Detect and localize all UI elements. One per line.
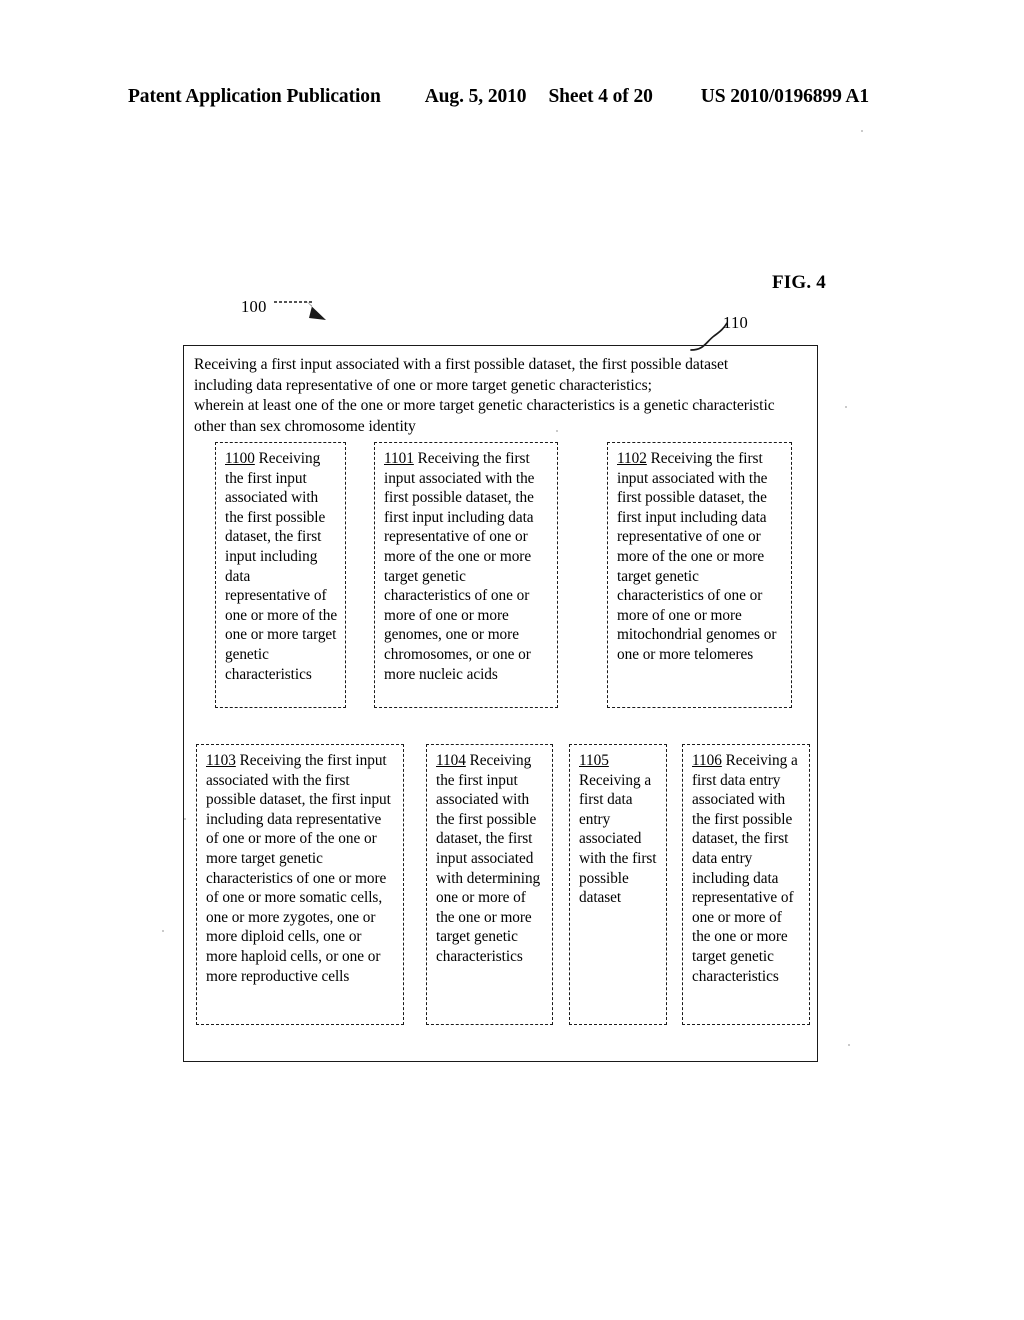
sub-block-1100: 1100 Receiving the first input associate…: [215, 442, 346, 708]
statement-line-4: other than sex chromosome identity: [194, 417, 416, 435]
sub-block-1102-content: 1102 Receiving the first input associate…: [608, 443, 791, 665]
sub-block-1101: 1101 Receiving the first input associate…: [374, 442, 558, 708]
sub-block-1100-content: 1100 Receiving the first input associate…: [216, 443, 345, 684]
sub-block-1105-content: 1105 Receiving a first data entry associ…: [570, 745, 666, 908]
statement-line-3: wherein at least one of the one or more …: [194, 397, 775, 415]
sub-block-1102: 1102 Receiving the first input associate…: [607, 442, 792, 708]
sub-block-1106-text: Receiving a first data entry associated …: [692, 752, 798, 985]
statement-line-2: including data representative of one or …: [194, 376, 652, 394]
statement-text: Receiving a first input associated with …: [194, 355, 816, 437]
header-publication-label: Patent Application Publication: [128, 86, 381, 107]
scan-speckle: [848, 1044, 850, 1046]
sub-block-1105: 1105 Receiving a first data entry associ…: [569, 744, 667, 1025]
sub-block-1102-number: 1102: [617, 450, 647, 467]
statement-line-1: Receiving a first input associated with …: [194, 356, 729, 373]
header-date-label: Aug. 5, 2010: [424, 86, 527, 107]
scan-speckle: [556, 430, 558, 432]
header-patent-number: US 2010/0196899 A1: [700, 86, 870, 107]
reference-100-arrow-icon: [274, 300, 326, 320]
sub-block-1103-content: 1103 Receiving the first input associate…: [197, 745, 403, 986]
scan-speckle: [845, 406, 847, 408]
sub-block-1106: 1106 Receiving a first data entry associ…: [682, 744, 810, 1025]
sub-block-1104-number: 1104: [436, 752, 466, 769]
sub-block-1100-number: 1100: [225, 450, 255, 467]
figure-label: FIG. 4: [772, 272, 826, 293]
sub-block-1103-number: 1103: [206, 752, 236, 769]
sub-block-1106-number: 1106: [692, 752, 722, 769]
sub-block-1102-text: Receiving the first input associated wit…: [617, 450, 777, 663]
sub-block-1104-text: Receiving the first input associated wit…: [436, 752, 541, 965]
sub-block-1104: 1104 Receiving the first input associate…: [426, 744, 553, 1025]
sub-block-1100-text: Receiving the first input associated wit…: [225, 450, 338, 683]
sub-block-1104-content: 1104 Receiving the first input associate…: [427, 745, 552, 967]
header-sheet-label: Sheet 4 of 20: [548, 86, 653, 107]
sub-block-1101-content: 1101 Receiving the first input associate…: [375, 443, 557, 684]
sub-block-1103: 1103 Receiving the first input associate…: [196, 744, 404, 1025]
sub-block-1103-text: Receiving the first input associated wit…: [206, 752, 391, 985]
scan-speckle: [861, 130, 863, 132]
sub-block-1101-text: Receiving the first input associated wit…: [384, 450, 535, 683]
sub-block-1101-number: 1101: [384, 450, 414, 467]
scan-speckle: [184, 818, 186, 820]
sub-block-1106-content: 1106 Receiving a first data entry associ…: [683, 745, 809, 986]
scan-speckle: [162, 930, 164, 932]
reference-numeral-100: 100: [241, 297, 267, 316]
process-block-110: Receiving a first input associated with …: [183, 345, 818, 1062]
sub-block-1105-text: Receiving a first data entry associated …: [579, 771, 657, 907]
sub-block-1105-number: 1105: [579, 752, 609, 769]
page-header: Patent Application Publication Aug. 5, 2…: [128, 86, 896, 108]
